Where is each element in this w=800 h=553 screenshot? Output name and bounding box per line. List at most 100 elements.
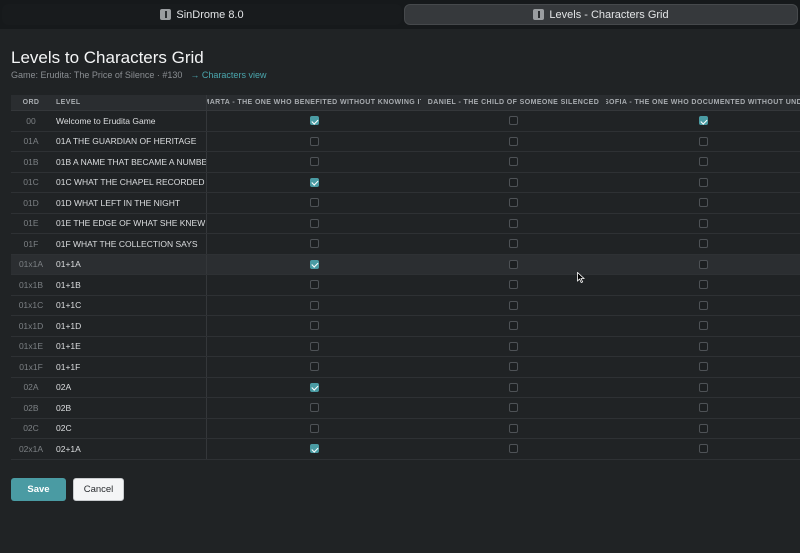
ord-cell: 01x1E (18, 341, 44, 352)
daniel-checkbox[interactable] (509, 341, 518, 351)
mouse-cursor-icon (577, 272, 585, 283)
daniel-checkbox[interactable] (509, 362, 518, 372)
daniel-cell (421, 378, 606, 398)
daniel-cell (421, 234, 606, 254)
game-label: Game: Erudita: The Price of Silence · #1… (11, 70, 183, 80)
marta-checkbox[interactable] (309, 300, 319, 310)
ord-cell: 01A (23, 136, 39, 147)
level-cell: 01+1A (56, 259, 81, 270)
daniel-cell (421, 193, 606, 213)
sofia-checkbox[interactable] (698, 382, 708, 392)
cancel-button[interactable]: Cancel (73, 478, 124, 501)
levels-characters-grid: ORD LEVEL MARTA - THE ONE WHO BENEFITED … (11, 95, 800, 460)
sofia-checkbox[interactable] (698, 177, 708, 187)
level-cell: 01D WHAT LEFT IN THE NIGHT (56, 197, 181, 208)
daniel-cell (421, 152, 606, 172)
daniel-cell (421, 419, 606, 439)
sofia-checkbox[interactable] (698, 198, 708, 208)
sofia-cell (606, 255, 800, 275)
sofia-cell (606, 214, 800, 234)
sofia-checkbox[interactable] (698, 423, 708, 433)
daniel-checkbox[interactable] (509, 321, 518, 331)
daniel-checkbox[interactable] (509, 444, 518, 454)
table-row: 01x1D 01+1D (11, 316, 800, 337)
marta-checkbox[interactable] (309, 321, 319, 331)
daniel-checkbox[interactable] (509, 280, 518, 290)
ord-cell: 01x1A (18, 259, 44, 270)
marta-checkbox[interactable] (309, 157, 319, 167)
sofia-checkbox[interactable] (698, 321, 708, 331)
marta-cell (206, 336, 421, 356)
tab-levels-characters-grid[interactable]: Levels - Characters Grid (404, 4, 798, 25)
sofia-checkbox[interactable] (698, 239, 708, 249)
marta-checkbox[interactable] (309, 259, 319, 269)
sofia-checkbox[interactable] (698, 259, 708, 269)
marta-checkbox[interactable] (309, 444, 319, 454)
sofia-checkbox[interactable] (698, 157, 708, 167)
sofia-checkbox[interactable] (698, 300, 708, 310)
daniel-checkbox[interactable] (509, 177, 518, 187)
daniel-checkbox[interactable] (509, 423, 518, 433)
daniel-checkbox[interactable] (509, 403, 518, 413)
marta-checkbox[interactable] (309, 280, 319, 290)
marta-checkbox[interactable] (309, 341, 319, 351)
marta-cell (206, 234, 421, 254)
table-row: 01C 01C WHAT THE CHAPEL RECORDED (11, 172, 800, 193)
marta-checkbox[interactable] (309, 423, 319, 433)
table-row: 00 Welcome to Erudita Game (11, 111, 800, 132)
ord-cell: 02x1A (18, 443, 44, 454)
marta-cell (206, 213, 421, 233)
characters-view-link[interactable]: → Characters view (190, 70, 266, 80)
sofia-checkbox[interactable] (698, 218, 708, 228)
daniel-checkbox[interactable] (509, 198, 518, 208)
daniel-checkbox[interactable] (509, 218, 518, 228)
sofia-checkbox[interactable] (698, 341, 708, 351)
marta-checkbox[interactable] (309, 177, 319, 187)
marta-checkbox[interactable] (309, 116, 319, 126)
marta-checkbox[interactable] (309, 362, 319, 372)
marta-checkbox[interactable] (309, 403, 319, 413)
sofia-cell (606, 275, 800, 295)
marta-cell (206, 357, 421, 377)
header-sofia: SOFIA - THE ONE WHO DOCUMENTED WITHOUT U… (606, 99, 800, 106)
table-row: 01x1C 01+1C (11, 295, 800, 316)
daniel-cell (421, 316, 606, 336)
daniel-checkbox[interactable] (509, 382, 518, 392)
marta-checkbox[interactable] (309, 239, 319, 249)
marta-checkbox[interactable] (309, 382, 319, 392)
daniel-checkbox[interactable] (509, 157, 518, 167)
marta-cell (206, 172, 421, 192)
save-button[interactable]: Save (11, 478, 66, 501)
daniel-checkbox[interactable] (509, 116, 518, 126)
sofia-checkbox[interactable] (698, 280, 708, 290)
marta-cell (206, 377, 421, 397)
marta-checkbox[interactable] (309, 136, 319, 146)
daniel-checkbox[interactable] (509, 259, 518, 269)
daniel-checkbox[interactable] (509, 239, 518, 249)
info-icon (160, 9, 172, 20)
table-row: 02B 02B (11, 398, 800, 419)
marta-checkbox[interactable] (309, 218, 319, 228)
tab-bar: SinDrome 8.0 Levels - Characters Grid (0, 0, 800, 29)
table-row: 01A 01A THE GUARDIAN OF HERITAGE (11, 131, 800, 152)
level-cell: 02C (56, 423, 72, 434)
tab-sindrome[interactable]: SinDrome 8.0 (2, 4, 402, 25)
sofia-checkbox[interactable] (698, 444, 708, 454)
marta-cell (206, 316, 421, 336)
sofia-checkbox[interactable] (698, 403, 708, 413)
sofia-checkbox[interactable] (698, 136, 708, 146)
ord-cell: 01x1B (18, 279, 44, 290)
level-cell: 01A THE GUARDIAN OF HERITAGE (56, 136, 197, 147)
sofia-cell (606, 316, 800, 336)
daniel-checkbox[interactable] (509, 136, 518, 146)
tab-label: Levels - Characters Grid (549, 8, 669, 21)
sofia-checkbox[interactable] (698, 362, 708, 372)
daniel-checkbox[interactable] (509, 300, 518, 310)
sofia-checkbox[interactable] (698, 116, 708, 126)
marta-checkbox[interactable] (309, 198, 319, 208)
sofia-cell (606, 132, 800, 152)
level-cell: 01F WHAT THE COLLECTION SAYS (56, 238, 198, 249)
ord-cell: 02C (23, 423, 39, 434)
level-cell: 01+1F (56, 361, 81, 372)
table-row: 01x1E 01+1E (11, 336, 800, 357)
